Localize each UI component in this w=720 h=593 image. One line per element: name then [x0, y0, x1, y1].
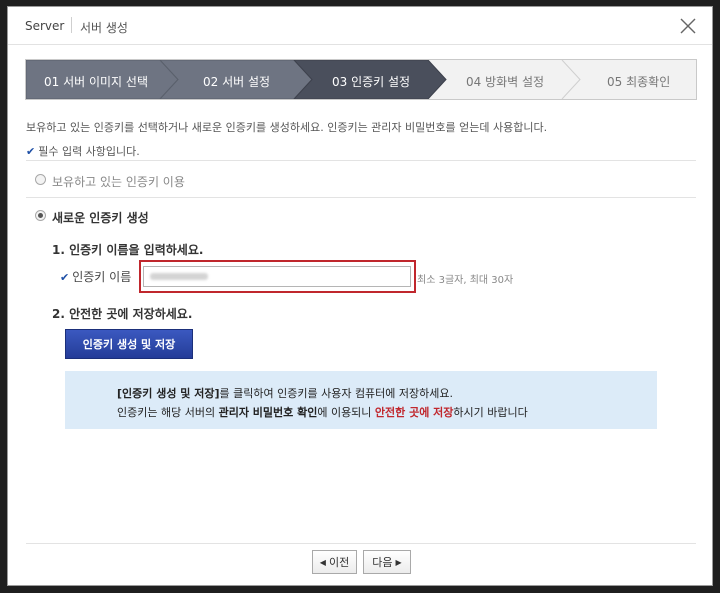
check-icon: ✔: [26, 145, 36, 158]
step-3-label: 03 인증키 설정: [332, 75, 411, 89]
info-line-2: 인증키는 해당 서버의 관리자 비밀번호 확인에 이용되니 안전한 곳에 저장하…: [117, 404, 528, 420]
description-text: 보유하고 있는 인증키를 선택하거나 새로운 인증키를 생성하세요. 인증키는 …: [26, 121, 548, 134]
required-note-text: 필수 입력 사항입니다.: [38, 145, 140, 158]
server-create-dialog: Server 서버 생성 01 서버 이미지 선택 02 서버 설정 03 인증…: [7, 6, 713, 586]
next-arrow-icon: ▶: [395, 557, 402, 567]
key-name-hint: 최소 3글자, 최대 30자: [417, 275, 514, 286]
next-button[interactable]: 다음 ▶: [363, 550, 411, 574]
info-box: [인증키 생성 및 저장]를 클릭하여 인증키를 사용자 컴퓨터에 저장하세요.…: [65, 371, 657, 429]
key-name-label-text: 인증키 이름: [72, 270, 132, 284]
title-divider: [71, 17, 72, 33]
step1-title: 1. 인증키 이름을 입력하세요.: [52, 243, 204, 257]
step-2-label: 02 서버 설정: [203, 75, 271, 89]
info-line2-a: 인증키는 해당 서버의: [117, 406, 219, 419]
generate-save-key-button[interactable]: 인증키 생성 및 저장: [65, 329, 193, 359]
close-icon[interactable]: [678, 16, 698, 36]
divider-top: [26, 160, 696, 161]
dialog-titlebar: Server 서버 생성: [8, 7, 712, 45]
info-line2-e: 하시기 바랍니다: [453, 406, 528, 419]
dialog-subtitle: 서버 생성: [80, 21, 128, 35]
dialog-title: Server: [25, 19, 65, 33]
input-highlight-box: [139, 260, 416, 293]
prev-button[interactable]: ◀ 이전: [312, 550, 357, 574]
footer-divider: [26, 543, 696, 544]
info-line1-rest: 를 클릭하여 인증키를 사용자 컴퓨터에 저장하세요.: [219, 387, 454, 400]
step-1-label: 01 서버 이미지 선택: [44, 75, 148, 89]
key-name-label: ✔ 인증키 이름: [60, 268, 131, 285]
info-line1-bold: [인증키 생성 및 저장]: [117, 387, 220, 400]
wizard-stepbar: 01 서버 이미지 선택 02 서버 설정 03 인증키 설정 04 방화벽 설…: [25, 59, 697, 100]
info-line2-b: 관리자 비밀번호 확인: [218, 406, 318, 419]
step-4-label: 04 방화벽 설정: [466, 75, 545, 89]
radio-new-label[interactable]: 새로운 인증키 생성: [52, 209, 149, 226]
info-line2-c: 에 이용되니: [317, 406, 375, 419]
step2-title: 2. 안전한 곳에 저장하세요.: [52, 307, 193, 321]
radio-existing-label[interactable]: 보유하고 있는 인증키 이용: [52, 173, 185, 190]
prev-arrow-icon: ◀: [319, 557, 326, 567]
required-check-icon: ✔: [60, 271, 70, 284]
divider-mid: [26, 197, 696, 198]
step-5-label: 05 최종확인: [607, 75, 671, 89]
info-line-1: [인증키 생성 및 저장]를 클릭하여 인증키를 사용자 컴퓨터에 저장하세요.: [117, 385, 453, 401]
next-button-label: 다음: [372, 556, 393, 569]
radio-existing-key[interactable]: [35, 174, 46, 185]
step-4-divider: [561, 60, 581, 99]
radio-new-key[interactable]: [35, 210, 46, 221]
info-line2-d: 안전한 곳에 저장: [374, 406, 454, 419]
prev-button-label: 이전: [328, 556, 350, 569]
required-note: ✔ 필수 입력 사항입니다.: [26, 143, 140, 159]
